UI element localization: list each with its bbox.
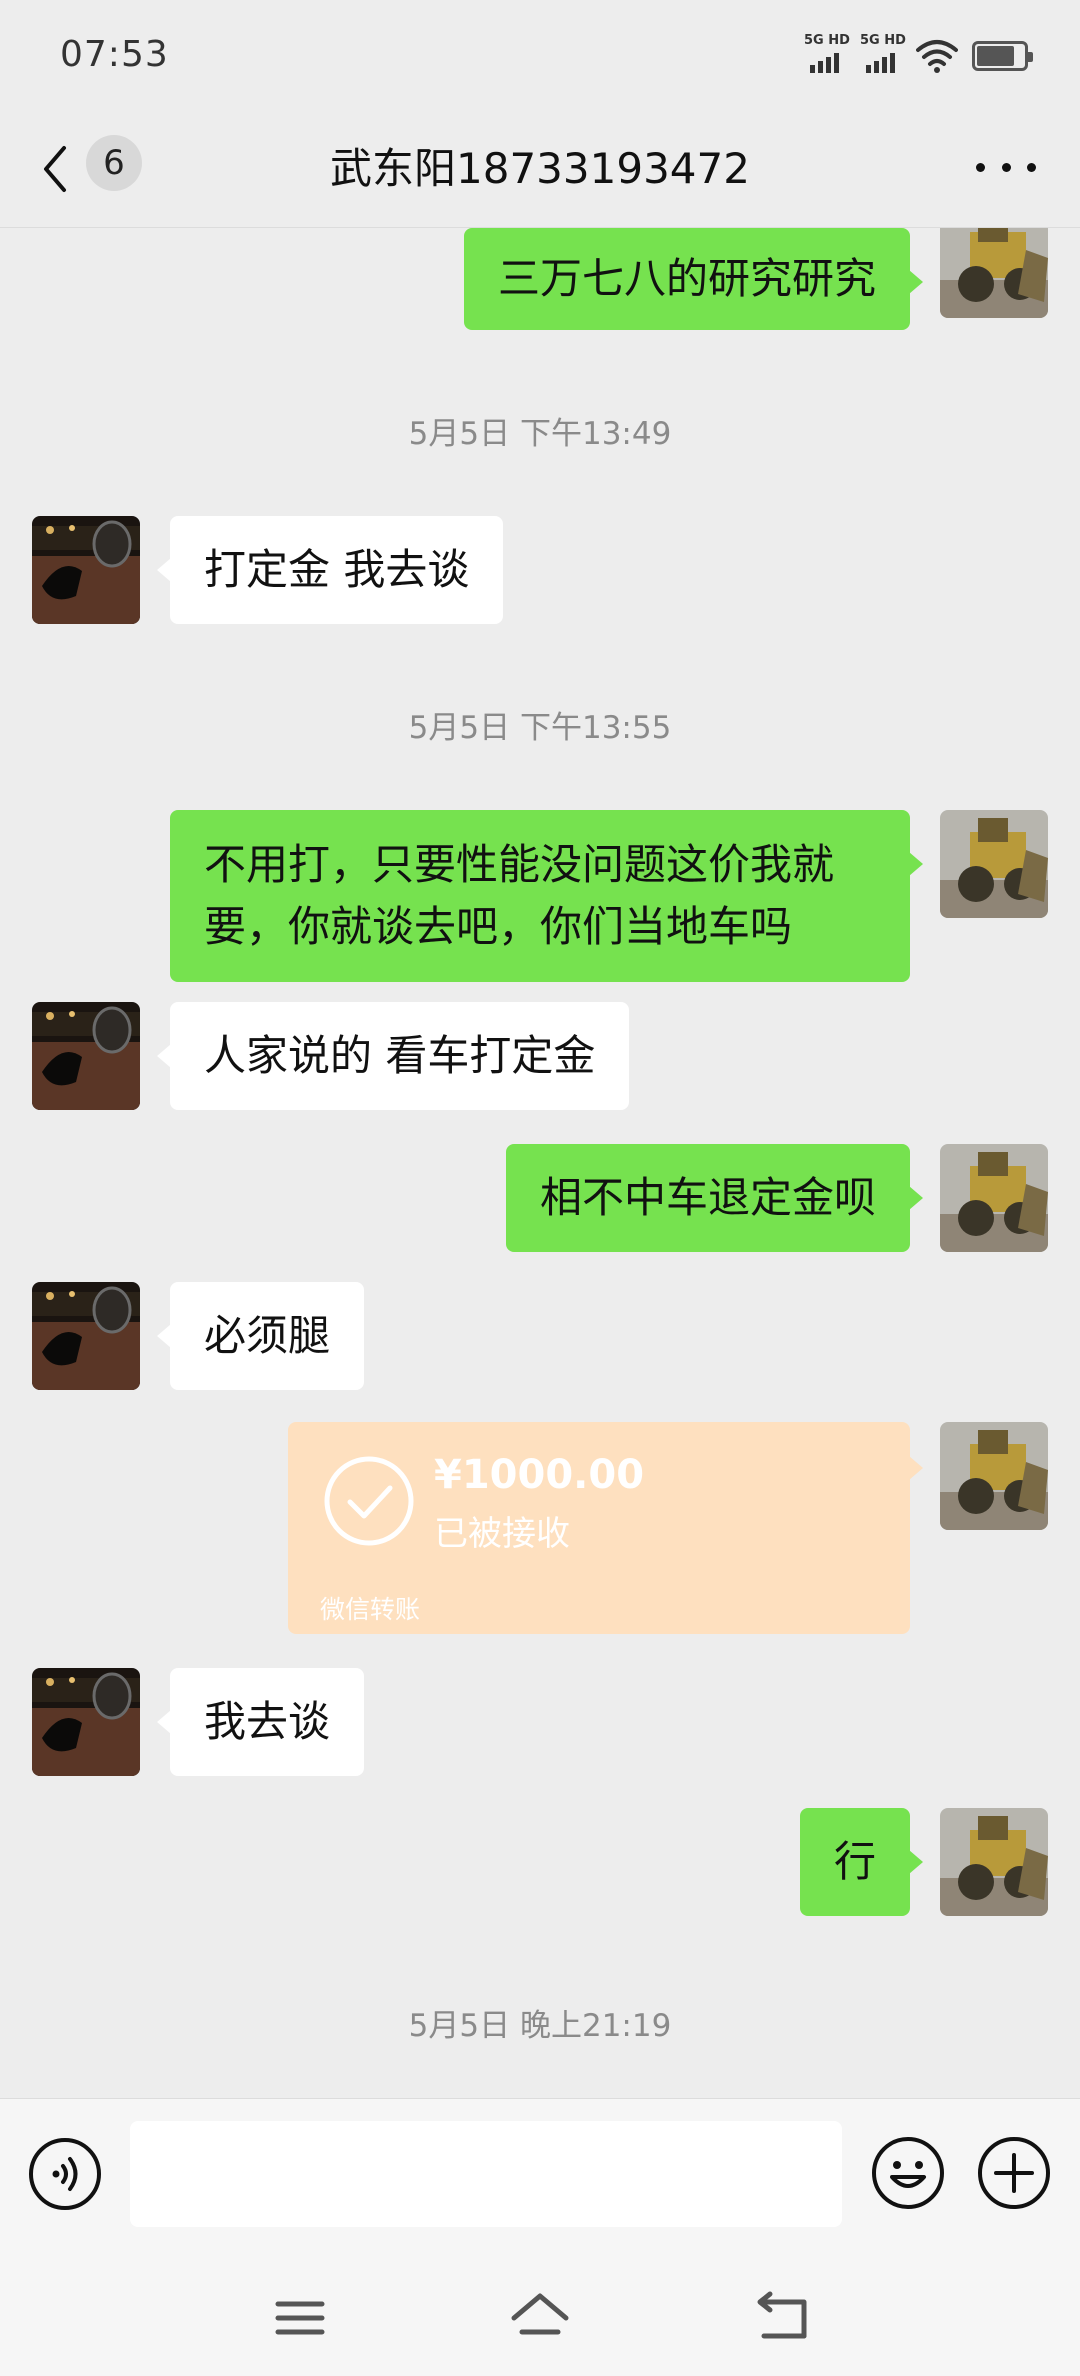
contact-avatar[interactable] [32,1668,140,1776]
more-button[interactable] [976,152,1036,182]
battery-icon [972,41,1033,71]
plus-icon[interactable] [976,2135,1052,2211]
transfer-card[interactable]: ¥1000.00 已被接收 微信转账 [288,1422,923,1634]
system-nav-bar [0,2258,1080,2376]
timestamp: 5月5日 下午13:55 [408,710,672,746]
message-bubble[interactable]: 相不中车退定金呗 [505,1144,924,1252]
message-bubble[interactable]: 人家说的 看车打定金 [156,1002,630,1110]
self-avatar[interactable] [940,810,1048,918]
wifi-icon [916,40,958,73]
title-bar: 6 武东阳18733193472 [0,110,1080,228]
message-bubble[interactable]: 必须腿 [156,1282,365,1390]
transfer-status: 已被接收 [434,1514,570,1554]
message-bubble[interactable]: 行 [799,1808,924,1916]
chat-title: 武东阳18733193472 [330,144,750,193]
sim1-label: 5G HD [804,33,850,48]
chevron-left-icon [44,146,66,192]
sim2-label: 5G HD [860,33,906,48]
emoji-icon[interactable] [870,2135,946,2211]
more-dots-icon [976,162,985,172]
check-circle-icon [324,1456,414,1546]
timestamp: 5月5日 晚上21:19 [408,2008,672,2044]
message-bubble[interactable]: 打定金 我去谈 [156,516,504,624]
back-button[interactable] [40,134,80,204]
signal-icon: 5G HD [860,33,906,75]
self-avatar[interactable] [940,228,1048,318]
message-input[interactable] [130,2121,842,2227]
status-bar: 07:53 5G HD 5G HD [0,0,1080,110]
status-time: 07:53 [60,34,169,75]
transfer-source-label: 微信转账 [320,1595,421,1624]
message-bubble[interactable]: 三万七八的研究研究 [463,228,924,330]
menu-icon[interactable] [270,2288,330,2348]
contact-avatar[interactable] [32,1002,140,1110]
back-nav-icon[interactable] [752,2288,812,2348]
message-list[interactable]: 三万七八的研究研究 5月5日 下午13:49 打定金 我去谈 5月5日 下午13… [0,228,1080,2098]
contact-avatar[interactable] [32,516,140,624]
message-bubble[interactable]: 我去谈 [156,1668,365,1776]
status-icons: 5G HD 5G HD [804,33,1033,76]
input-bar [0,2098,1080,2258]
self-avatar[interactable] [940,1422,1048,1530]
unread-count-badge[interactable]: 6 [86,135,142,191]
home-icon[interactable] [510,2288,570,2348]
contact-avatar[interactable] [32,1282,140,1390]
self-avatar[interactable] [940,1808,1048,1916]
voice-icon[interactable] [28,2137,102,2211]
signal-icon: 5G HD [804,33,850,75]
message-bubble[interactable]: 不用打，只要性能没问题这价我就要，你就谈去吧，你们当地车吗 [170,810,923,982]
timestamp: 5月5日 下午13:49 [408,416,672,452]
transfer-amount: ¥1000.00 [434,1452,645,1498]
self-avatar[interactable] [940,1144,1048,1252]
chat-screen: 07:53 5G HD 5G HD 6 武东阳18733193472 三万七八的… [0,0,1080,2376]
